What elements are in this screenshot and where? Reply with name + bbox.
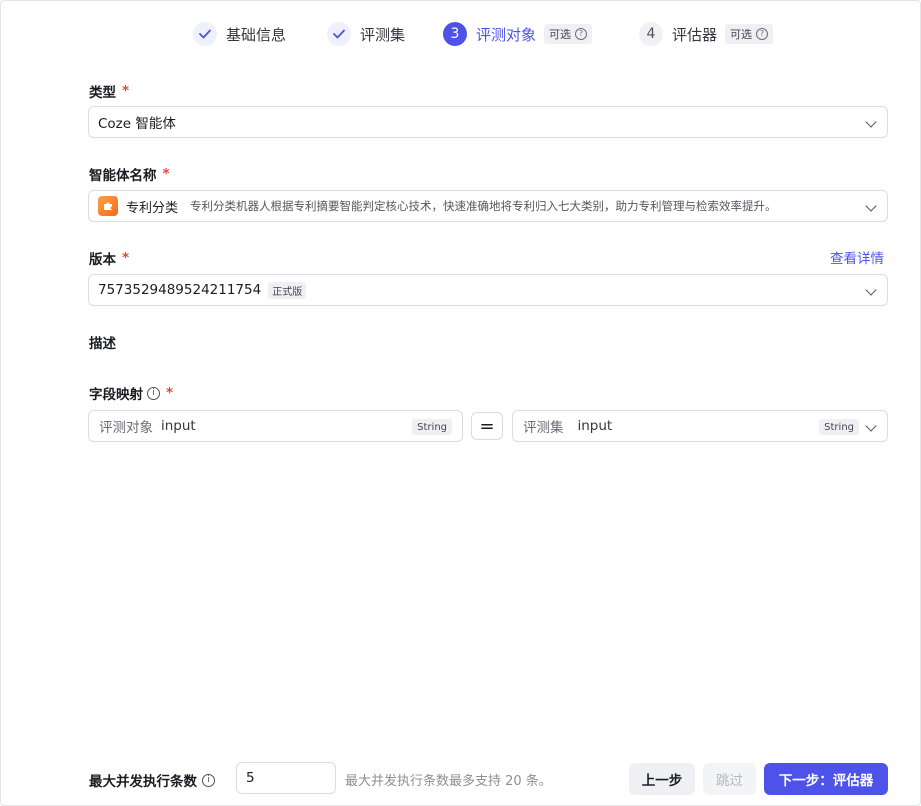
view-details-link[interactable]: 查看详情 [830,247,884,267]
eval-set-field-name: input [577,418,613,434]
concurrency-hint: 最大并发执行条数最多支持 20 条。 [345,774,552,789]
step-label: 评测集 [360,25,406,44]
chevron-down-icon [865,284,877,296]
eval-set-field-select[interactable]: 评测集 input String [512,410,888,442]
release-badge: 正式版 [268,281,307,299]
optional-badge: 可选 ? [544,24,593,44]
skip-button[interactable]: 跳过 [703,763,756,795]
optional-badge: 可选 ? [725,24,774,44]
agent-name: 专利分类 [126,200,179,216]
version-select[interactable]: 7573529489524211754 正式版 [88,274,888,306]
eval-set-field-prefix: 评测集 [523,420,564,436]
stepper: 基础信息 评测集 3 评测对象 可选 ? 4 评估器 可选 ? [1,21,920,47]
check-icon [193,22,217,46]
required-mark: * [162,166,170,182]
target-field: 评测对象 input String [88,410,463,442]
target-field-prefix: 评测对象 [99,420,153,436]
info-icon[interactable]: i [202,773,215,787]
optional-label: 可选 [730,28,753,41]
dialog-frame: 基础信息 评测集 3 评测对象 可选 ? 4 评估器 可选 ? 类型 * Coz… [0,0,921,806]
chevron-down-icon [865,420,877,432]
optional-label: 可选 [549,28,572,41]
check-icon [327,22,351,46]
agent-name-label: 智能体名称 * [89,166,170,184]
concurrency-input[interactable]: 5 [236,762,336,794]
step-number: 4 [639,22,663,46]
required-mark: * [166,385,174,401]
agent-select[interactable]: 专利分类 专利分类机器人根据专利摘要智能判定核心技术，快速准确地将专利归入七大类… [88,190,888,222]
question-icon[interactable]: ? [756,28,769,40]
field-type-badge: String [819,419,859,435]
next-button[interactable]: 下一步：评估器 [764,763,888,795]
agent-description: 专利分类机器人根据专利摘要智能判定核心技术，快速准确地将专利归入七大类别，助力专… [190,199,777,213]
type-value: Coze 智能体 [98,116,176,132]
version-label: 版本 * [89,250,130,268]
step-eval-target[interactable]: 3 评测对象 可选 ? [443,21,593,47]
concurrency-label: 最大并发执行条数 i [89,770,215,790]
step-label: 评估器 [672,25,718,44]
chevron-down-icon [865,200,877,212]
step-label: 评测对象 [476,25,537,44]
type-select[interactable]: Coze 智能体 [88,106,888,138]
version-value: 7573529489524211754 [98,282,262,298]
step-basic-info[interactable]: 基础信息 [193,21,286,47]
chevron-down-icon [865,116,877,128]
equals-sign: = [471,412,503,440]
field-type-badge: String [412,419,452,435]
step-label: 基础信息 [226,25,287,44]
required-mark: * [122,83,130,99]
description-label: 描述 [89,336,116,352]
concurrency-value: 5 [246,770,255,786]
puzzle-icon [98,196,118,216]
type-label: 类型 * [89,83,130,101]
info-icon[interactable]: i [147,386,160,400]
required-mark: * [122,250,130,266]
prev-button[interactable]: 上一步 [629,763,695,795]
question-icon[interactable]: ? [575,28,588,40]
step-number: 3 [443,22,467,46]
step-eval-set[interactable]: 评测集 [327,21,405,47]
step-evaluator[interactable]: 4 评估器 可选 ? [639,21,774,47]
field-mapping-label: 字段映射 i * [89,385,174,403]
target-field-name: input [161,418,196,434]
